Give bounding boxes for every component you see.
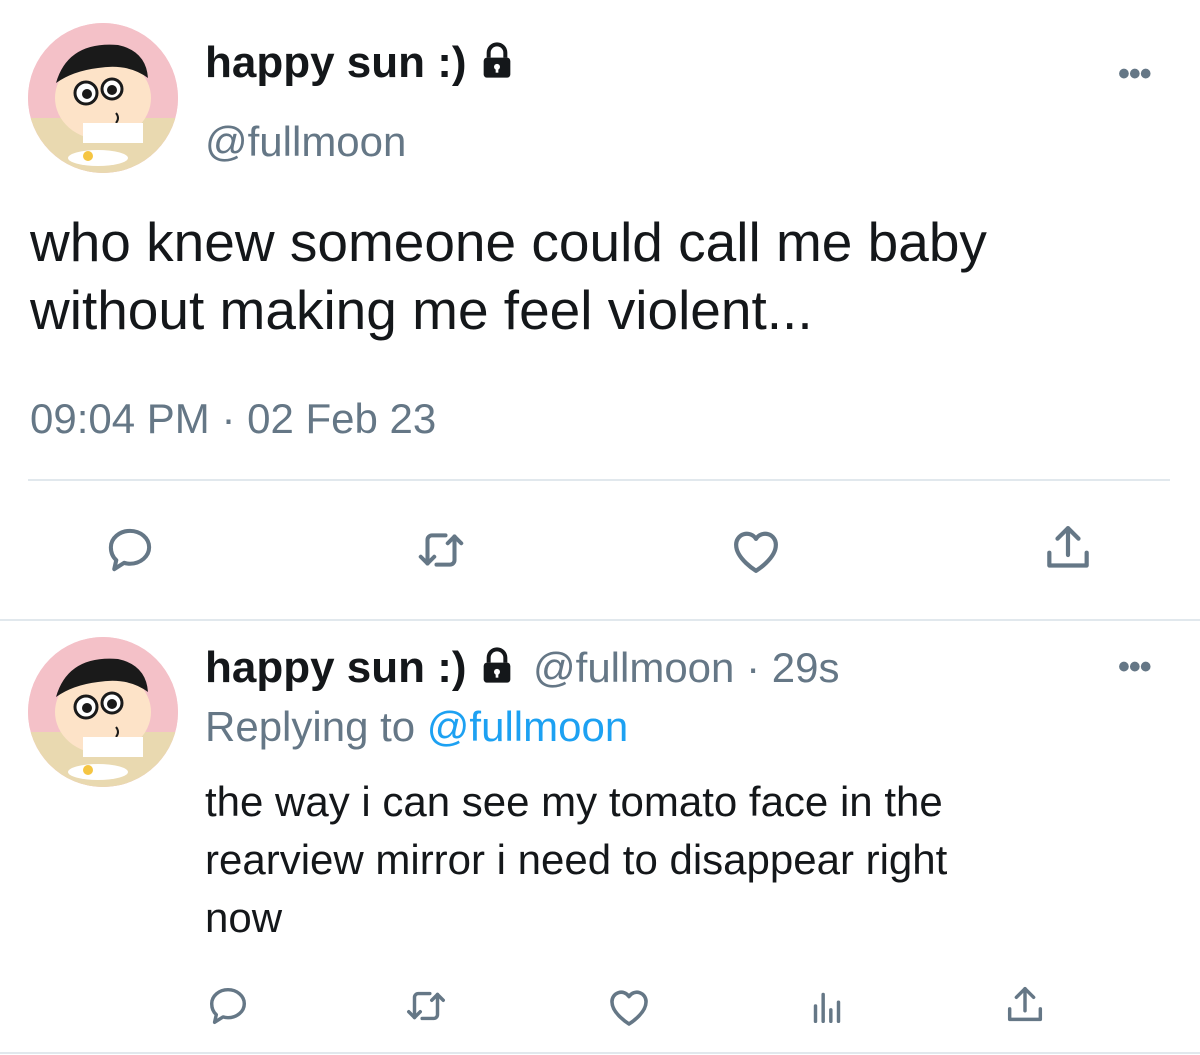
divider (0, 619, 1200, 621)
replying-to-link[interactable]: @fullmoon (427, 703, 628, 750)
tweet-text-line-1: who knew someone could call me baby (30, 211, 987, 273)
retweet-icon[interactable] (414, 523, 468, 577)
more-options-icon[interactable]: ••• (1118, 648, 1152, 687)
reply-text-line-1: the way i can see my tomato face in the (205, 778, 943, 825)
share-icon[interactable] (1040, 520, 1096, 576)
divider (28, 479, 1170, 481)
lock-icon (477, 41, 517, 86)
avatar[interactable] (28, 23, 178, 173)
reply-icon[interactable] (103, 523, 157, 577)
lock-icon (477, 646, 517, 691)
reply-icon[interactable] (205, 983, 251, 1029)
heart-icon[interactable] (728, 523, 784, 579)
tweet-text-line-2: without making me feel violent... (30, 279, 813, 341)
divider (0, 1052, 1200, 1054)
tweet-timestamp[interactable]: 09:04 PM · 02 Feb 23 (30, 395, 436, 443)
author-handle[interactable]: @fullmoon (205, 118, 406, 166)
avatar[interactable] (28, 637, 178, 787)
reply-text-line-3: now (205, 894, 283, 941)
more-options-icon[interactable]: ••• (1118, 55, 1152, 94)
retweet-icon[interactable] (403, 983, 449, 1029)
replying-to-label: Replying to (205, 703, 416, 750)
heart-icon[interactable] (605, 983, 653, 1031)
reply-text-line-2: rearview mirror i need to disappear righ… (205, 836, 948, 883)
share-icon[interactable] (1002, 982, 1048, 1028)
analytics-icon[interactable] (804, 983, 850, 1029)
author-name[interactable]: happy sun :) (205, 38, 467, 87)
author-name[interactable]: happy sun :) (205, 643, 467, 692)
reply-handle-time[interactable]: @fullmoon · 29s (533, 644, 839, 691)
